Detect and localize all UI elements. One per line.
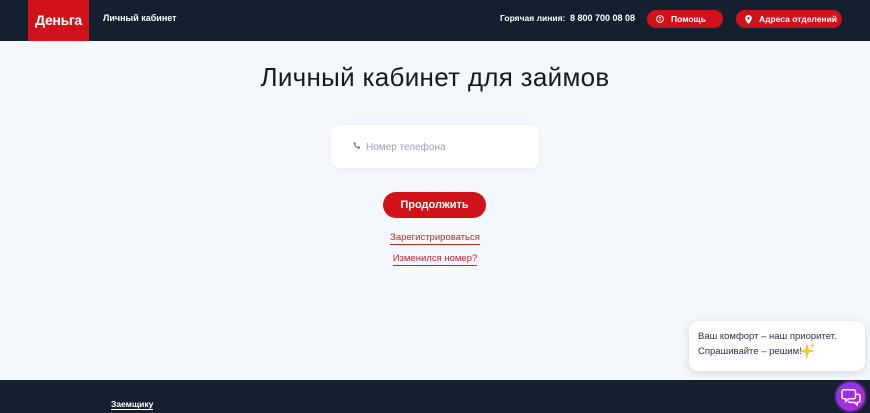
map-pin-icon bbox=[745, 14, 752, 24]
denga-logo[interactable]: Деньга bbox=[28, 0, 89, 41]
chat-open-button[interactable] bbox=[834, 380, 867, 413]
register-link[interactable]: Зарегистрироваться bbox=[390, 232, 480, 245]
hotline-number[interactable]: 8 800 700 08 08 bbox=[570, 13, 635, 23]
help-button-label: Помощь bbox=[671, 14, 706, 24]
chat-bubbles-icon bbox=[840, 388, 861, 406]
phone-field-container bbox=[331, 125, 539, 168]
register-link-row: Зарегистрироваться bbox=[0, 232, 870, 245]
personal-cabinet-link[interactable]: Личный кабинет bbox=[103, 13, 177, 23]
branch-addresses-button[interactable]: Адреса отделений bbox=[736, 10, 842, 28]
hotline-label: Горячая линия: bbox=[500, 13, 566, 23]
phone-number-input[interactable] bbox=[366, 137, 526, 157]
footer-borrower-link[interactable]: Заемщику bbox=[111, 399, 154, 410]
chat-promo-line1: Ваш комфорт – наш приоритет. bbox=[698, 331, 837, 342]
chat-promo-bubble[interactable]: Ваш комфорт – наш приоритет. Спрашивайте… bbox=[689, 321, 865, 371]
top-header: Деньга Личный кабинет Горячая линия: 8 8… bbox=[0, 0, 870, 41]
svg-text:?: ? bbox=[658, 17, 661, 23]
continue-button[interactable]: Продолжить bbox=[383, 192, 486, 218]
help-button[interactable]: ? Помощь bbox=[647, 10, 723, 28]
changed-number-link-row: Изменился номер? bbox=[0, 253, 870, 266]
page-title: Личный кабинет для займов bbox=[260, 62, 610, 92]
footer: Заемщику bbox=[0, 380, 870, 413]
sparkles-icon bbox=[798, 342, 816, 360]
phone-icon bbox=[353, 141, 361, 149]
question-circle-icon: ? bbox=[656, 15, 664, 23]
logo-text: Деньга bbox=[35, 12, 82, 28]
branch-addresses-label: Адреса отделений bbox=[759, 14, 838, 24]
chat-promo-line2: Спрашивайте – решим! bbox=[698, 346, 802, 357]
changed-number-link[interactable]: Изменился номер? bbox=[392, 253, 478, 266]
